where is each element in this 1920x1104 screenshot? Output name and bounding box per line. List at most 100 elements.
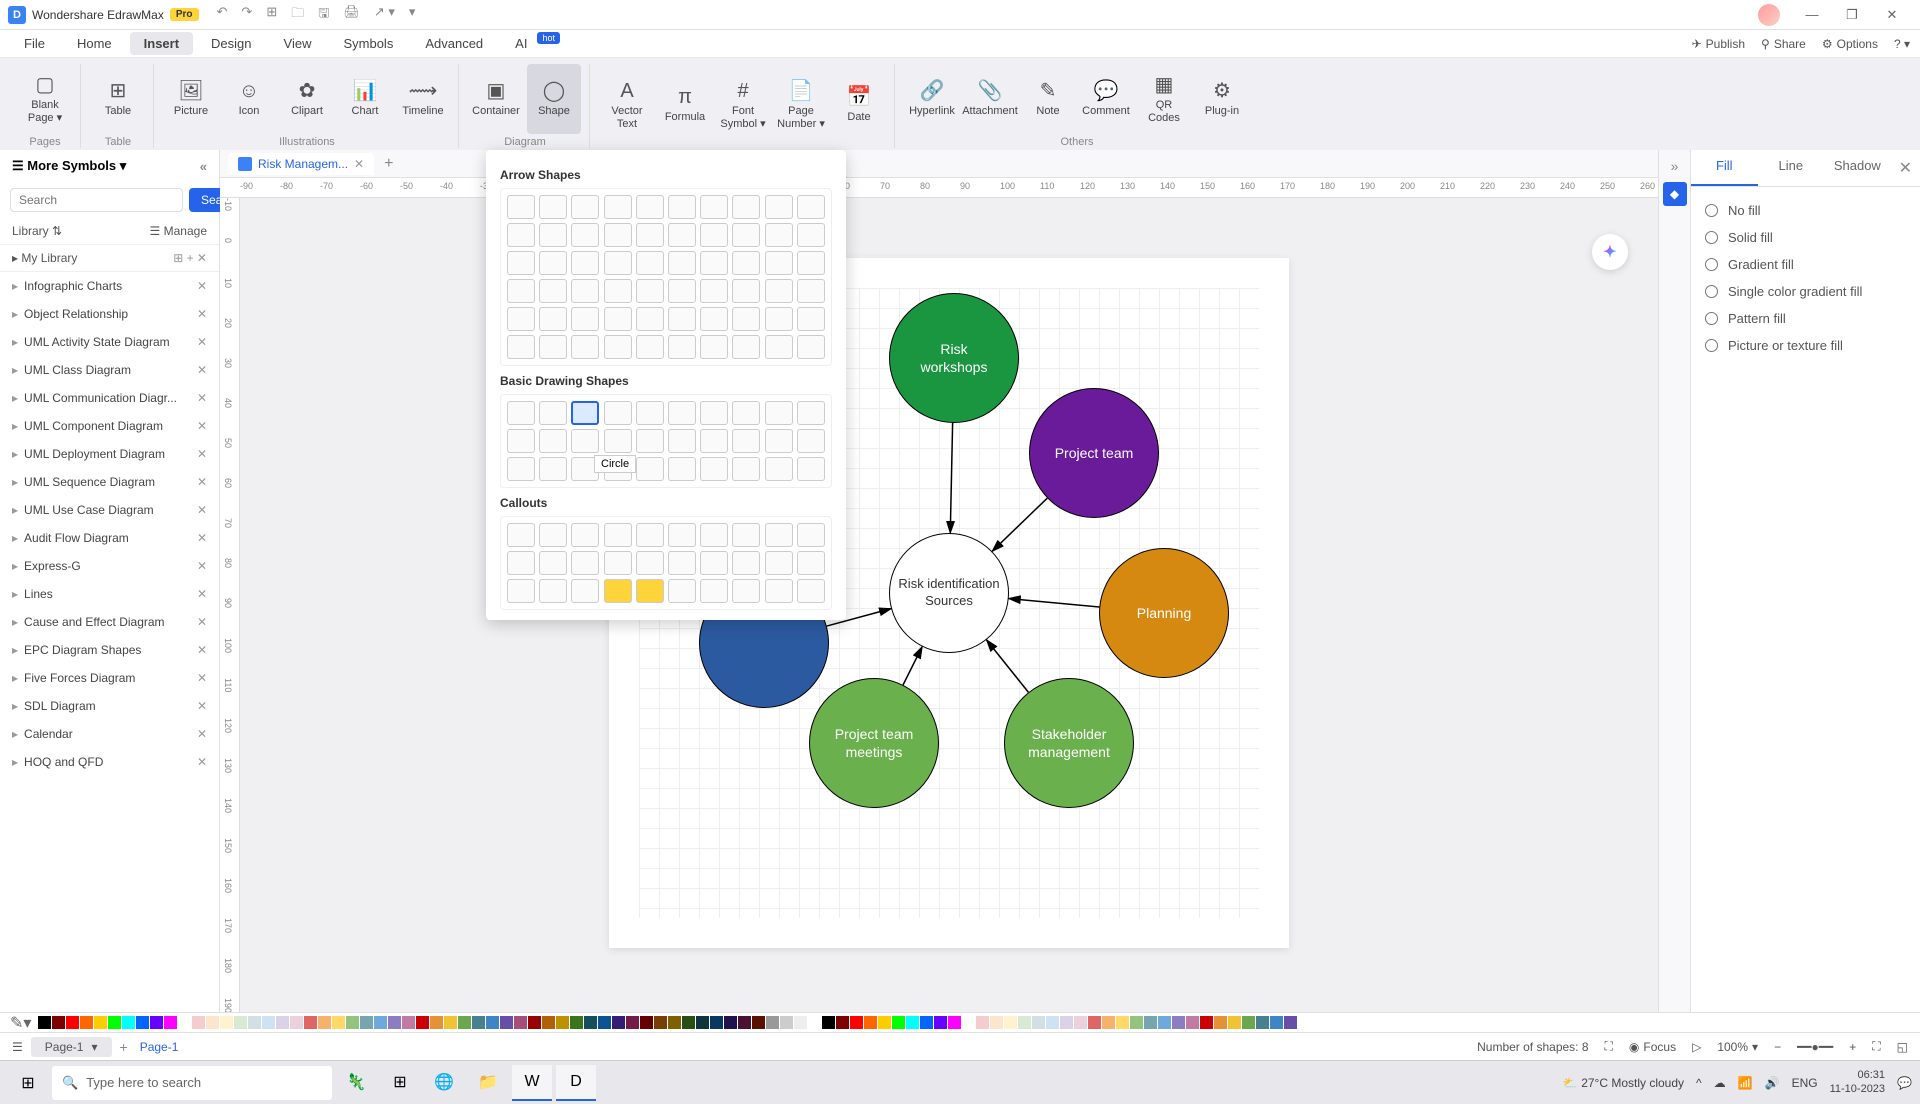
color-swatch[interactable] — [1186, 1016, 1199, 1029]
shape-thumbnail[interactable] — [604, 195, 632, 219]
shape-thumbnail[interactable] — [732, 579, 760, 603]
color-swatch[interactable] — [206, 1016, 219, 1029]
library-item[interactable]: ▸UML Sequence Diagram✕ — [0, 468, 219, 496]
color-swatch[interactable] — [724, 1016, 737, 1029]
shape-thumbnail[interactable] — [668, 579, 696, 603]
shape-thumbnail[interactable] — [604, 335, 632, 359]
expand-right-icon[interactable]: » — [1671, 158, 1679, 174]
menu-insert[interactable]: Insert — [130, 32, 193, 55]
color-swatch[interactable] — [528, 1016, 541, 1029]
notifications-icon[interactable]: 💬 — [1897, 1076, 1912, 1090]
shape-thumbnail[interactable] — [571, 279, 599, 303]
shape-thumbnail[interactable] — [571, 551, 599, 575]
shape-thumbnail[interactable] — [797, 251, 825, 275]
edrawmax-taskbar-icon[interactable]: D — [556, 1065, 596, 1101]
color-swatch[interactable] — [346, 1016, 359, 1029]
picture-button[interactable]: 🖼Picture — [164, 64, 218, 134]
color-swatch[interactable] — [1144, 1016, 1157, 1029]
color-swatch[interactable] — [1032, 1016, 1045, 1029]
menu-file[interactable]: File — [10, 32, 59, 55]
shape-thumbnail[interactable] — [539, 223, 567, 247]
shape-thumbnail[interactable] — [636, 223, 664, 247]
shape-thumbnail[interactable] — [765, 251, 793, 275]
color-swatch[interactable] — [1046, 1016, 1059, 1029]
clipart-button[interactable]: ✿Clipart — [280, 64, 334, 134]
shape-thumbnail[interactable] — [507, 429, 535, 453]
shape-thumbnail[interactable] — [732, 551, 760, 575]
color-swatch[interactable] — [514, 1016, 527, 1029]
shape-thumbnail[interactable] — [604, 523, 632, 547]
color-swatch[interactable] — [1242, 1016, 1255, 1029]
shape-thumbnail[interactable] — [507, 279, 535, 303]
shape-thumbnail[interactable] — [604, 279, 632, 303]
color-swatch[interactable] — [752, 1016, 765, 1029]
shape-thumbnail[interactable] — [797, 335, 825, 359]
shape-button[interactable]: ◯Shape — [527, 64, 581, 134]
color-swatch[interactable] — [1116, 1016, 1129, 1029]
color-swatch[interactable] — [822, 1016, 835, 1029]
shape-thumbnail[interactable] — [700, 307, 728, 331]
color-swatch[interactable] — [52, 1016, 65, 1029]
close-icon[interactable]: ✕ — [197, 615, 207, 629]
volume-icon[interactable]: 🔊 — [1765, 1076, 1780, 1090]
shape-thumbnail[interactable] — [765, 195, 793, 219]
share-button[interactable]: ⚲ Share — [1761, 37, 1806, 51]
my-library[interactable]: ▸ My Library — [12, 251, 77, 265]
color-swatch[interactable] — [906, 1016, 919, 1029]
close-panel-icon[interactable]: ✕ — [1891, 150, 1920, 186]
plugin-button[interactable]: ⚙Plug-in — [1195, 64, 1249, 134]
color-swatch[interactable] — [332, 1016, 345, 1029]
color-swatch[interactable] — [976, 1016, 989, 1029]
container-button[interactable]: ▣Container — [469, 64, 523, 134]
color-swatch[interactable] — [696, 1016, 709, 1029]
shape-thumbnail[interactable] — [636, 429, 664, 453]
shape-thumbnail[interactable] — [700, 401, 728, 425]
shape-thumbnail[interactable] — [571, 307, 599, 331]
shape-thumbnail[interactable] — [507, 551, 535, 575]
color-swatch[interactable] — [710, 1016, 723, 1029]
fullscreen-icon[interactable]: ⛶ — [1872, 1039, 1880, 1054]
shape-thumbnail[interactable] — [668, 279, 696, 303]
color-swatch[interactable] — [962, 1016, 975, 1029]
color-swatch[interactable] — [276, 1016, 289, 1029]
shape-thumbnail[interactable] — [700, 195, 728, 219]
close-icon[interactable]: ✕ — [197, 391, 207, 405]
shape-thumbnail[interactable] — [539, 579, 567, 603]
shape-thumbnail[interactable] — [765, 551, 793, 575]
menu-design[interactable]: Design — [197, 32, 265, 55]
shape-thumbnail[interactable] — [571, 223, 599, 247]
shape-thumbnail[interactable] — [539, 251, 567, 275]
color-swatch[interactable] — [1200, 1016, 1213, 1029]
shape-thumbnail[interactable] — [636, 457, 664, 481]
shape-thumbnail[interactable] — [797, 307, 825, 331]
shape-thumbnail[interactable] — [636, 195, 664, 219]
color-swatch[interactable] — [262, 1016, 275, 1029]
diagram-node[interactable]: Project team meetings — [809, 678, 939, 808]
color-swatch[interactable] — [1172, 1016, 1185, 1029]
close-icon[interactable]: ✕ — [197, 419, 207, 433]
color-swatch[interactable] — [500, 1016, 513, 1029]
shape-thumbnail[interactable] — [732, 401, 760, 425]
color-swatch[interactable] — [38, 1016, 51, 1029]
new-icon[interactable]: ⊞ — [266, 4, 277, 26]
close-icon[interactable]: ✕ — [197, 755, 207, 769]
collapse-sidebar-icon[interactable]: « — [200, 159, 207, 174]
library-item[interactable]: ▸Express-G✕ — [0, 552, 219, 580]
color-swatch[interactable] — [640, 1016, 653, 1029]
library-item[interactable]: ▸UML Deployment Diagram✕ — [0, 440, 219, 468]
color-swatch[interactable] — [1214, 1016, 1227, 1029]
library-item[interactable]: ▸EPC Diagram Shapes✕ — [0, 636, 219, 664]
zoom-level[interactable]: 100% ▾ — [1717, 1040, 1758, 1054]
shape-thumbnail[interactable] — [700, 223, 728, 247]
shape-thumbnail[interactable] — [765, 523, 793, 547]
shape-thumbnail[interactable] — [571, 251, 599, 275]
onedrive-icon[interactable]: ☁ — [1714, 1076, 1726, 1090]
search-input[interactable] — [10, 188, 183, 212]
color-swatch[interactable] — [108, 1016, 121, 1029]
color-swatch[interactable] — [920, 1016, 933, 1029]
shape-thumbnail[interactable] — [604, 401, 632, 425]
color-swatch[interactable] — [1284, 1016, 1297, 1029]
menu-ai[interactable]: AI — [501, 32, 541, 55]
shape-thumbnail[interactable] — [765, 579, 793, 603]
fill-option[interactable]: Pattern fill — [1705, 305, 1906, 332]
